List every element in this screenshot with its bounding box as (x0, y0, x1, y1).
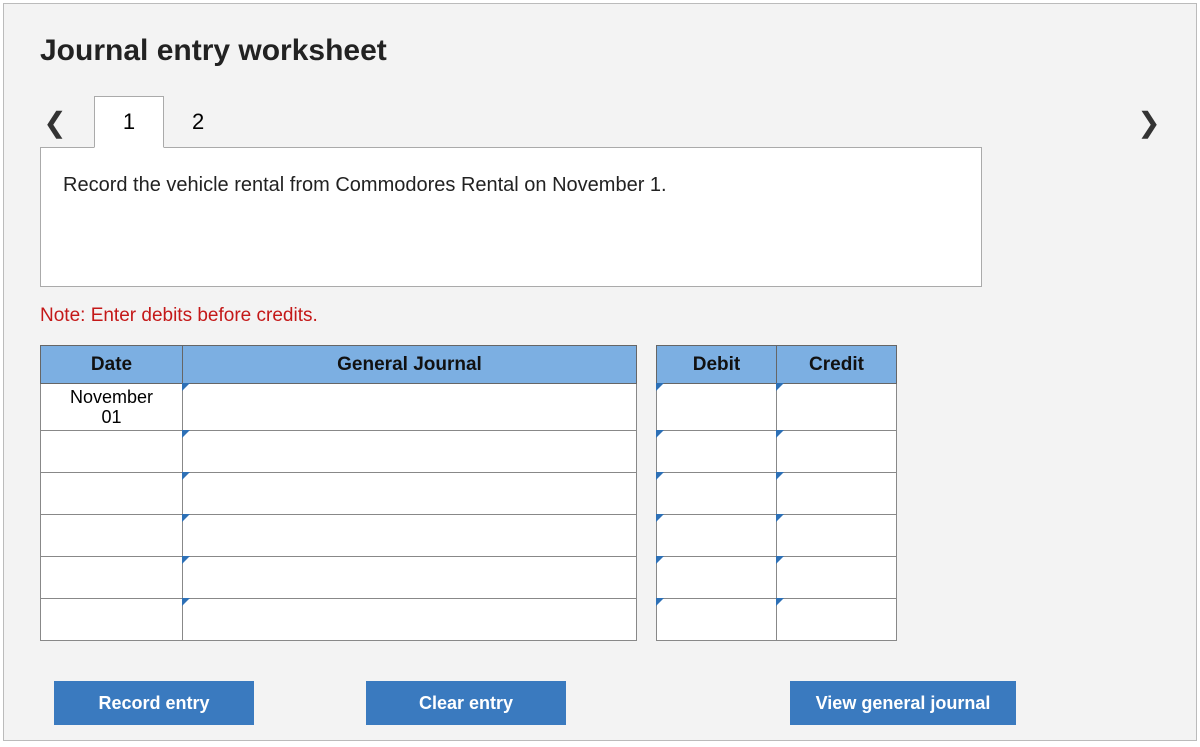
general-journal-cell[interactable] (183, 473, 637, 515)
view-general-journal-label: View general journal (816, 693, 991, 714)
date-cell[interactable] (41, 515, 183, 557)
header-pad (897, 346, 903, 384)
record-entry-label: Record entry (98, 693, 209, 714)
tab-1[interactable]: 1 (94, 96, 164, 148)
dropdown-hint-icon (182, 383, 190, 391)
general-journal-cell[interactable] (183, 384, 637, 431)
tab-2[interactable]: 2 (192, 109, 204, 135)
general-journal-cell[interactable] (183, 515, 637, 557)
dropdown-hint-icon (776, 472, 784, 480)
credit-cell[interactable] (777, 515, 897, 557)
dropdown-hint-icon (776, 598, 784, 606)
record-entry-button[interactable]: Record entry (54, 681, 254, 725)
gap-cell (637, 599, 657, 641)
header-credit: Credit (777, 346, 897, 384)
pad-cell (897, 431, 903, 473)
debit-cell[interactable] (657, 473, 777, 515)
dropdown-hint-icon (656, 472, 664, 480)
button-row: Record entry Clear entry View general jo… (40, 681, 1160, 725)
pad-cell (897, 473, 903, 515)
header-date: Date (41, 346, 183, 384)
table-row: November01 (41, 384, 903, 431)
debit-cell[interactable] (657, 384, 777, 431)
credit-cell[interactable] (777, 431, 897, 473)
prompt-box: Record the vehicle rental from Commodore… (40, 147, 982, 287)
tab-1-label: 1 (123, 109, 135, 135)
general-journal-cell[interactable] (183, 557, 637, 599)
credit-cell[interactable] (777, 557, 897, 599)
dropdown-hint-icon (656, 430, 664, 438)
table-row (41, 557, 903, 599)
pad-cell (897, 384, 903, 431)
chevron-left-icon[interactable]: ❮ (40, 106, 70, 139)
table-row (41, 515, 903, 557)
dropdown-hint-icon (182, 556, 190, 564)
header-debit: Debit (657, 346, 777, 384)
header-general-journal: General Journal (183, 346, 637, 384)
page-title: Journal entry worksheet (40, 34, 1160, 68)
general-journal-cell[interactable] (183, 599, 637, 641)
credit-cell[interactable] (777, 599, 897, 641)
date-cell[interactable]: November01 (41, 384, 183, 431)
header-gap (637, 346, 657, 384)
date-cell[interactable] (41, 599, 183, 641)
chevron-right-icon[interactable]: ❯ (1134, 106, 1164, 139)
credit-cell[interactable] (777, 384, 897, 431)
gap-cell (637, 515, 657, 557)
clear-entry-label: Clear entry (419, 693, 513, 714)
worksheet-panel: Journal entry worksheet ❮ 1 2 ❯ Record t… (3, 3, 1197, 741)
view-general-journal-button[interactable]: View general journal (790, 681, 1016, 725)
dropdown-hint-icon (776, 430, 784, 438)
dropdown-hint-icon (776, 383, 784, 391)
prompt-text: Record the vehicle rental from Commodore… (63, 174, 667, 196)
debit-cell[interactable] (657, 599, 777, 641)
date-cell[interactable] (41, 431, 183, 473)
date-value: November01 (70, 387, 153, 427)
gap-cell (637, 431, 657, 473)
pad-cell (897, 599, 903, 641)
credit-cell[interactable] (777, 473, 897, 515)
dropdown-hint-icon (182, 514, 190, 522)
date-cell[interactable] (41, 557, 183, 599)
debit-cell[interactable] (657, 431, 777, 473)
pad-cell (897, 515, 903, 557)
pad-cell (897, 557, 903, 599)
dropdown-hint-icon (776, 556, 784, 564)
dropdown-hint-icon (776, 514, 784, 522)
gap-cell (637, 384, 657, 431)
general-journal-cell[interactable] (183, 431, 637, 473)
dropdown-hint-icon (182, 430, 190, 438)
tab-2-label: 2 (192, 109, 204, 134)
debit-cell[interactable] (657, 515, 777, 557)
dropdown-hint-icon (656, 556, 664, 564)
table-row (41, 599, 903, 641)
journal-table: Date General Journal Debit Credit Novemb… (40, 345, 903, 641)
table-row (41, 431, 903, 473)
gap-cell (637, 473, 657, 515)
table-row (41, 473, 903, 515)
clear-entry-button[interactable]: Clear entry (366, 681, 566, 725)
note-text: Note: Enter debits before credits. (40, 305, 1160, 327)
tab-row: ❮ 1 2 ❯ (40, 96, 1160, 148)
dropdown-hint-icon (182, 472, 190, 480)
dropdown-hint-icon (656, 514, 664, 522)
dropdown-hint-icon (182, 598, 190, 606)
date-cell[interactable] (41, 473, 183, 515)
dropdown-hint-icon (656, 598, 664, 606)
gap-cell (637, 557, 657, 599)
debit-cell[interactable] (657, 557, 777, 599)
dropdown-hint-icon (656, 383, 664, 391)
